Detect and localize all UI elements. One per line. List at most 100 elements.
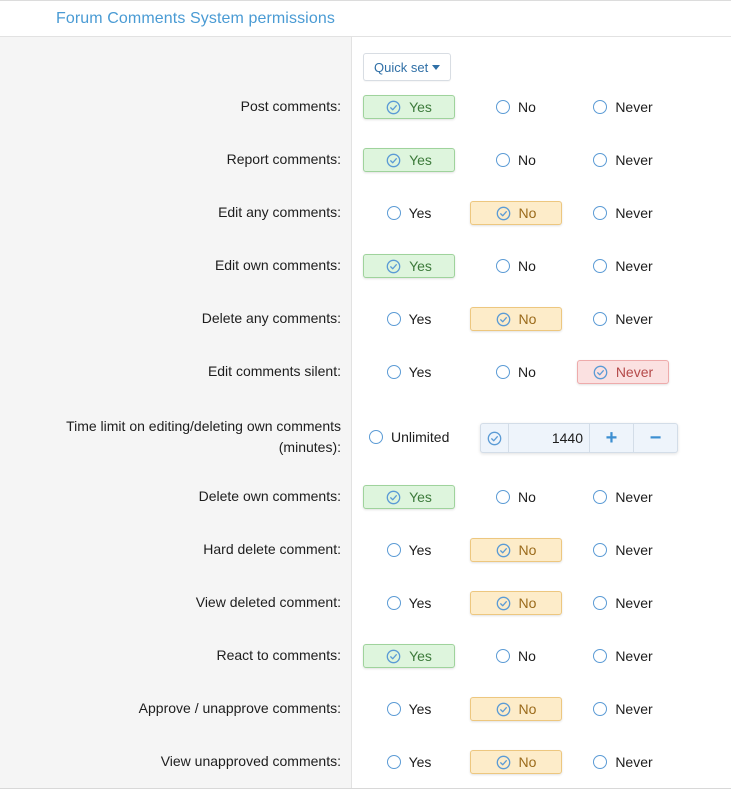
- increment-button[interactable]: +: [589, 424, 633, 452]
- option-no[interactable]: No: [470, 254, 562, 278]
- permission-label: Delete own comments:: [198, 488, 341, 504]
- option-no[interactable]: No: [470, 750, 562, 774]
- quick-set-button[interactable]: Quick set: [363, 53, 452, 81]
- control-column: Quick set Yes No Never Yes No Never Yes No Never…: [352, 37, 731, 788]
- radio-icon: [593, 153, 608, 167]
- option-never[interactable]: Never: [577, 750, 669, 774]
- permissions-page: Forum Comments System permissions Post c…: [0, 0, 731, 791]
- radio-icon: [593, 490, 608, 504]
- option-yes[interactable]: Yes: [363, 538, 455, 562]
- option-yes[interactable]: Yes: [363, 148, 455, 172]
- option-never[interactable]: Never: [577, 538, 669, 562]
- option-never[interactable]: Never: [577, 307, 669, 331]
- option-label: Yes: [408, 542, 432, 558]
- decrement-button[interactable]: −: [633, 424, 677, 452]
- option-label: No: [518, 205, 537, 221]
- check-circle-icon: [496, 755, 510, 769]
- radio-icon: [386, 596, 401, 610]
- option-no[interactable]: No: [470, 307, 562, 331]
- radio-icon: [593, 596, 608, 610]
- option-label: Yes: [408, 205, 432, 221]
- section-title: Forum Comments System permissions: [56, 9, 335, 27]
- option-no[interactable]: No: [470, 644, 562, 668]
- option-never[interactable]: Never: [577, 201, 669, 225]
- option-label: Never: [615, 701, 653, 717]
- option-no[interactable]: No: [470, 591, 562, 615]
- option-never[interactable]: Never: [577, 697, 669, 721]
- option-no[interactable]: No: [470, 485, 562, 509]
- check-circle-icon: [496, 206, 510, 220]
- unlimited-radio[interactable]: Unlimited: [363, 425, 449, 449]
- permission-label: Delete any comments:: [201, 310, 341, 326]
- permission-row-controls: Unlimited +−: [363, 423, 703, 453]
- permission-row-controls: Yes No Never: [363, 697, 703, 721]
- check-circle-icon: [593, 365, 608, 379]
- label-column: Post comments: Report comments: Edit any c…: [0, 37, 352, 788]
- option-yes[interactable]: Yes: [363, 360, 455, 384]
- radio-icon: [496, 365, 511, 379]
- radio-icon: [593, 543, 608, 557]
- check-circle-icon: [487, 431, 502, 445]
- option-yes[interactable]: Yes: [363, 644, 455, 668]
- option-label: Yes: [409, 489, 432, 505]
- quick-set-label: Quick set: [374, 59, 429, 75]
- time-limit-input[interactable]: [509, 424, 589, 452]
- permission-row-controls: Yes No Never: [363, 95, 703, 119]
- check-circle-icon: [386, 490, 401, 504]
- option-label: Never: [615, 205, 653, 221]
- option-no[interactable]: No: [470, 148, 562, 172]
- option-no[interactable]: No: [470, 201, 562, 225]
- permission-row-controls: Yes No Never: [363, 148, 703, 172]
- option-never[interactable]: Never: [577, 485, 669, 509]
- option-never[interactable]: Never: [577, 591, 669, 615]
- permission-label: View unapproved comments:: [160, 753, 341, 769]
- option-label: Never: [615, 595, 653, 611]
- radio-icon: [386, 206, 401, 220]
- option-label: Yes: [408, 311, 432, 327]
- option-no[interactable]: No: [470, 360, 562, 384]
- radio-icon: [386, 702, 401, 716]
- option-label: Yes: [408, 364, 432, 380]
- permission-row-controls: Yes No Never: [363, 644, 703, 668]
- permission-row-controls: Yes No Never: [363, 254, 703, 278]
- option-no[interactable]: No: [470, 538, 562, 562]
- option-label: No: [518, 754, 537, 770]
- permission-label: Hard delete comment:: [203, 541, 341, 557]
- option-yes[interactable]: Yes: [363, 254, 455, 278]
- radio-icon: [496, 490, 511, 504]
- radio-icon: [386, 365, 401, 379]
- option-yes[interactable]: Yes: [363, 485, 455, 509]
- option-no[interactable]: No: [470, 697, 562, 721]
- option-never[interactable]: Never: [577, 95, 669, 119]
- time-limit-spinbox: +−: [480, 423, 678, 453]
- radio-icon: [496, 259, 511, 273]
- option-yes[interactable]: Yes: [363, 591, 455, 615]
- permissions-form: Post comments: Report comments: Edit any c…: [0, 37, 731, 789]
- custom-value-radio[interactable]: [481, 424, 509, 452]
- permission-row-controls: Yes No Never: [363, 538, 703, 562]
- radio-icon: [593, 649, 608, 663]
- option-label: No: [518, 701, 537, 717]
- option-yes[interactable]: Yes: [363, 201, 455, 225]
- option-yes[interactable]: Yes: [363, 750, 455, 774]
- option-never[interactable]: Never: [577, 360, 669, 384]
- option-yes[interactable]: Yes: [363, 697, 455, 721]
- radio-icon: [593, 259, 608, 273]
- check-circle-icon: [496, 312, 510, 326]
- option-never[interactable]: Never: [577, 148, 669, 172]
- option-never[interactable]: Never: [577, 644, 669, 668]
- option-no[interactable]: No: [470, 95, 562, 119]
- radio-icon: [593, 206, 608, 220]
- radio-icon: [593, 702, 608, 716]
- option-label: Never: [615, 648, 653, 664]
- option-never[interactable]: Never: [577, 254, 669, 278]
- option-label: No: [518, 311, 537, 327]
- option-yes[interactable]: Yes: [363, 307, 455, 331]
- option-label: No: [518, 595, 537, 611]
- option-yes[interactable]: Yes: [363, 95, 455, 119]
- permission-row-controls: Yes No Never: [363, 591, 703, 615]
- check-circle-icon: [386, 649, 401, 663]
- permission-label: Approve / unapprove comments:: [138, 700, 341, 716]
- radio-icon: [593, 312, 608, 326]
- option-label: Never: [615, 99, 653, 115]
